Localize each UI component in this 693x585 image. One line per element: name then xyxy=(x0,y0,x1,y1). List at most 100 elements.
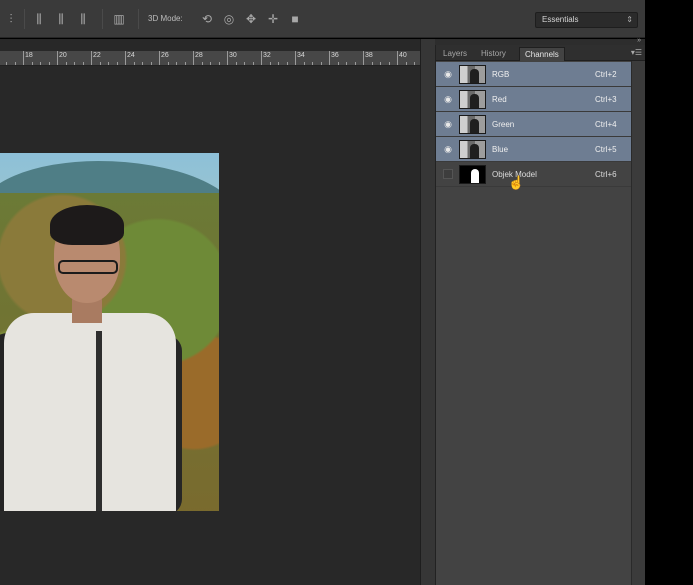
ruler-label: 26 xyxy=(161,52,169,59)
ruler-minor-tick xyxy=(320,62,322,65)
channel-shortcut: Ctrl+5 xyxy=(595,145,617,154)
channel-thumbnail xyxy=(459,140,486,159)
ruler-minor-tick xyxy=(354,62,356,65)
separator xyxy=(138,9,139,29)
distribute-horizontal-right-icon[interactable]: ⫼ xyxy=(76,12,90,26)
separator xyxy=(102,9,103,29)
hand-cursor-icon: ☝ xyxy=(508,175,525,190)
tab-history[interactable]: History xyxy=(476,47,511,61)
channel-shortcut: Ctrl+4 xyxy=(595,120,617,129)
ruler-minor-tick xyxy=(388,62,390,65)
ruler-minor-tick xyxy=(108,62,109,65)
ruler-minor-tick xyxy=(184,62,186,65)
channel-name: Blue xyxy=(492,145,509,154)
ruler-minor-tick xyxy=(286,62,288,65)
ruler-minor-tick xyxy=(346,62,347,65)
separator xyxy=(24,9,25,29)
distribute-left-icon[interactable]: ⫶ xyxy=(4,12,18,26)
eye-icon[interactable]: ◉ xyxy=(443,94,453,104)
channel-shortcut: Ctrl+6 xyxy=(595,170,617,179)
document-image[interactable] xyxy=(0,153,219,511)
ruler-label: 20 xyxy=(59,52,67,59)
panel-menu-icon[interactable]: ▾☰ xyxy=(631,48,642,57)
ruler-minor-tick xyxy=(167,62,169,65)
ruler-minor-tick xyxy=(371,62,373,65)
ruler-minor-tick xyxy=(227,51,228,65)
ruler-minor-tick xyxy=(380,62,381,65)
scale-3d-icon[interactable]: ■ xyxy=(288,12,302,26)
image-jacket xyxy=(4,313,176,511)
ruler-minor-tick xyxy=(397,51,398,65)
panel-dock-gutter xyxy=(420,39,435,585)
ruler-minor-tick xyxy=(74,62,75,65)
ruler-minor-tick xyxy=(133,62,135,65)
ruler-minor-tick xyxy=(337,62,339,65)
rotate-3d-icon[interactable]: ⟲ xyxy=(200,12,214,26)
tab-layers[interactable]: Layers xyxy=(438,47,472,61)
ruler-minor-tick xyxy=(91,51,92,65)
ruler-minor-tick xyxy=(218,62,220,65)
channels-panel: Layers History Channels ▾☰ ◉ RGB Ctrl+2 … xyxy=(435,45,646,585)
pan-3d-icon[interactable]: ✥ xyxy=(244,12,258,26)
channel-row-objek-model[interactable]: Objek Model Ctrl+6 xyxy=(436,162,631,187)
visibility-toggle[interactable] xyxy=(443,169,453,179)
auto-align-icon[interactable]: ▥ xyxy=(112,12,126,26)
ruler-minor-tick xyxy=(244,62,245,65)
ruler-minor-tick xyxy=(57,51,58,65)
chevron-updown-icon: ⇕ xyxy=(626,15,633,24)
ruler-label: 24 xyxy=(127,52,135,59)
ruler-minor-tick xyxy=(23,51,24,65)
ruler-minor-tick xyxy=(261,51,262,65)
ruler-minor-tick xyxy=(176,62,177,65)
ruler-minor-tick xyxy=(116,62,118,65)
ruler-minor-tick xyxy=(201,62,203,65)
distribute-horizontal-left-icon[interactable]: ⫼ xyxy=(32,12,46,26)
ruler-minor-tick xyxy=(363,51,364,65)
ruler-minor-tick xyxy=(125,51,126,65)
ruler-minor-tick xyxy=(159,51,160,65)
ruler-minor-tick xyxy=(303,62,305,65)
roll-3d-icon[interactable]: ◎ xyxy=(222,12,236,26)
ruler-minor-tick xyxy=(329,51,330,65)
eye-icon[interactable]: ◉ xyxy=(443,69,453,79)
channel-row-blue[interactable]: ◉ Blue Ctrl+5 xyxy=(436,137,631,162)
alpha-channel-thumbnail xyxy=(459,165,486,184)
channel-row-red[interactable]: ◉ Red Ctrl+3 xyxy=(436,87,631,112)
channel-row-green[interactable]: ◉ Green Ctrl+4 xyxy=(436,112,631,137)
channel-thumbnail xyxy=(459,90,486,109)
ruler-minor-tick xyxy=(65,62,67,65)
eye-icon[interactable]: ◉ xyxy=(443,144,453,154)
horizontal-ruler[interactable]: 18 20 22 24 26 28 30 32 34 36 38 40 xyxy=(0,51,420,66)
slide-3d-icon[interactable]: ✛ xyxy=(266,12,280,26)
3d-mode-label: 3D Mode: xyxy=(148,14,183,23)
ruler-minor-tick xyxy=(150,62,152,65)
ruler-label: 32 xyxy=(263,52,271,59)
ruler-minor-tick xyxy=(142,62,143,65)
ruler-minor-tick xyxy=(414,62,415,65)
workspace-select[interactable]: Essentials ⇕ xyxy=(535,12,638,28)
ruler-minor-tick xyxy=(48,62,50,65)
ruler-label: 28 xyxy=(195,52,203,59)
ruler-label: 36 xyxy=(331,52,339,59)
panel-scrollbar[interactable] xyxy=(631,61,645,585)
collapse-panels-icon[interactable]: » xyxy=(637,37,641,44)
ruler-minor-tick xyxy=(82,62,84,65)
ruler-label: 22 xyxy=(93,52,101,59)
channel-row-rgb[interactable]: ◉ RGB Ctrl+2 xyxy=(436,62,631,87)
ruler-minor-tick xyxy=(312,62,313,65)
channel-name: Red xyxy=(492,95,507,104)
ruler-label: 18 xyxy=(25,52,33,59)
ruler-minor-tick xyxy=(235,62,237,65)
eye-icon[interactable]: ◉ xyxy=(443,119,453,129)
image-glasses xyxy=(58,260,118,274)
channel-shortcut: Ctrl+3 xyxy=(595,95,617,104)
channel-name: RGB xyxy=(492,70,510,79)
panel-tabs: Layers History Channels ▾☰ xyxy=(436,45,646,61)
tab-channels[interactable]: Channels xyxy=(519,47,565,61)
ruler-minor-tick xyxy=(405,62,407,65)
ruler-minor-tick xyxy=(210,62,211,65)
distribute-horizontal-center-icon[interactable]: ⫼ xyxy=(54,12,68,26)
ruler-label: 40 xyxy=(399,52,407,59)
channel-name: Green xyxy=(492,120,515,129)
image-hair xyxy=(50,205,124,245)
